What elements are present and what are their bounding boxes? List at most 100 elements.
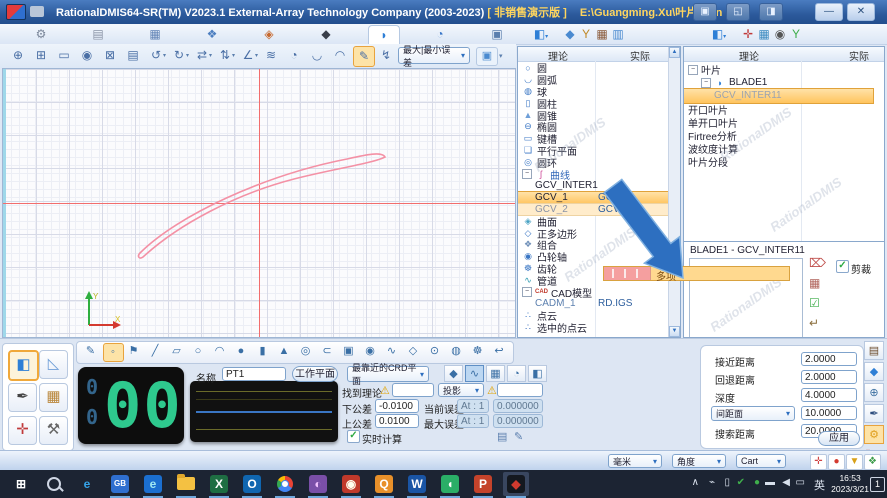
ie-icon[interactable]: e [74, 472, 100, 496]
camera-icon[interactable]: ◨ [759, 3, 783, 21]
line-icon[interactable]: ╱ [146, 343, 165, 360]
spacing-plane-dropdown[interactable]: 间距面▾ [711, 406, 795, 421]
annotate-icon[interactable]: ✎ [353, 46, 375, 67]
probe-strip-icon[interactable]: ✒ [864, 404, 884, 423]
gear2-icon[interactable]: ☸ [468, 343, 487, 360]
torus2-icon[interactable]: ◎ [296, 343, 315, 360]
circle2-icon[interactable]: ○ [189, 343, 208, 360]
powerpoint-icon[interactable]: P [470, 472, 496, 496]
monitor-icon[interactable] [30, 6, 44, 17]
erase-note-icon[interactable]: ✎ [514, 430, 523, 443]
wechat-icon[interactable]: ◖ [437, 472, 463, 496]
probe-button[interactable]: ✒ [8, 383, 37, 412]
doc-search-icon[interactable]: Q [371, 472, 397, 496]
tree-item[interactable]: −◗BLADE1 [684, 76, 873, 89]
cylinder2-icon[interactable]: ▮ [253, 343, 272, 360]
tab-screen[interactable]: ▣ [482, 25, 512, 43]
gb-app-icon[interactable]: GB [107, 472, 133, 496]
antivirus-ok-icon[interactable]: ✔ [737, 477, 745, 488]
eraser-icon[interactable]: ⌦ [809, 256, 826, 270]
tree-expander-icon[interactable]: − [522, 287, 532, 297]
machine-button[interactable]: ⚒ [39, 416, 68, 445]
mode-cube-icon[interactable]: ◧ [528, 365, 547, 382]
zoom-strip-icon[interactable]: ⊕ [864, 383, 884, 402]
blade-axes-icon[interactable]: ✛ [740, 25, 756, 43]
angle-dropdown[interactable]: 角度▾ [672, 454, 726, 468]
path-param-input[interactable] [801, 406, 857, 420]
calibration-button[interactable]: ◺ [39, 350, 68, 379]
network-signal-icon[interactable]: ⌁ [709, 477, 715, 488]
fixture-button[interactable]: ▦ [39, 383, 68, 412]
tab-layers[interactable]: ❖ [197, 25, 227, 43]
tree-expander-icon[interactable]: − [522, 169, 532, 179]
confirm-icon[interactable]: ☑ [809, 296, 820, 310]
pipe2-icon[interactable]: ↩ [490, 343, 509, 360]
projection-input[interactable] [497, 383, 543, 397]
units-dropdown[interactable]: 毫米▾ [608, 454, 662, 468]
tree-item[interactable]: ◎圆环 [518, 156, 669, 168]
column-theory[interactable]: 理论 [548, 48, 568, 63]
mode-solid-icon[interactable]: ◆ [444, 365, 463, 382]
mode-table-icon[interactable]: ▦ [486, 365, 505, 382]
blade-y-icon[interactable]: Y [788, 25, 804, 43]
theory-input[interactable] [392, 383, 434, 397]
close-button[interactable]: ✕ [847, 3, 875, 21]
apply-button[interactable]: 应用 [818, 431, 860, 446]
eye-view-icon[interactable]: ◉ [77, 46, 97, 65]
path-param-input[interactable] [801, 370, 857, 384]
feature-basket-icon[interactable]: ▦ [594, 25, 610, 43]
arc-down-icon[interactable]: ◡ [307, 46, 327, 65]
vector-point-icon[interactable]: ⚑ [124, 343, 143, 360]
coord-system-dropdown[interactable]: Cart▾ [736, 454, 786, 468]
arc-up-icon[interactable]: ◠ [330, 46, 350, 65]
scroll-up-icon[interactable]: ▲ [669, 47, 680, 58]
tree-expander-icon[interactable]: − [688, 65, 698, 75]
wechat-tray-icon[interactable]: ● [754, 477, 760, 488]
tab-view[interactable]: ◔ [425, 25, 455, 43]
coordinate-button[interactable]: ✛ [8, 416, 37, 445]
cam2-icon[interactable]: ◍ [447, 343, 466, 360]
flip-v-icon-chevron[interactable]: ▾ [232, 52, 235, 59]
tree-item[interactable]: 波纹度计算 [684, 142, 873, 155]
tab-measure[interactable]: ◗ [368, 25, 400, 44]
tree-item[interactable]: 单开口叶片 [684, 116, 873, 129]
machine-status-icon[interactable]: ❖ [864, 454, 881, 470]
feature-monitor-icon[interactable]: ▥ [610, 25, 626, 43]
lower-tol-input[interactable] [375, 399, 419, 413]
volume-icon[interactable]: ◀ [782, 477, 790, 488]
exit-icon[interactable]: ↵ [809, 316, 819, 330]
blade-table-icon[interactable]: ▦ [756, 25, 772, 43]
slot2-icon[interactable]: ⊂ [318, 343, 337, 360]
clip-checkbox[interactable]: ✓ [836, 260, 849, 273]
layout-icon[interactable]: ▤ [123, 46, 143, 65]
parallel2-icon[interactable]: ▣ [339, 343, 358, 360]
cone2-icon[interactable]: ▲ [275, 343, 294, 360]
chevron-down-icon[interactable]: ▾ [499, 52, 503, 60]
tree-item[interactable]: GCV_INTER11 [684, 89, 873, 102]
card-icon[interactable]: ▬ [765, 477, 775, 488]
pan-icon[interactable]: ▭ [54, 46, 74, 65]
shade-icon[interactable]: ◔ [284, 46, 304, 65]
shield-app-icon[interactable]: ◉ [338, 472, 364, 496]
joystick-icon[interactable]: ▣ [693, 3, 717, 21]
output-icon[interactable]: ▤ [864, 341, 884, 360]
zoom-region-icon[interactable]: ⊞ [31, 46, 51, 65]
column-actual[interactable]: 实际 [849, 48, 869, 63]
probe-status-icon[interactable]: ▼ [846, 454, 863, 470]
tab-window[interactable]: ▦ [140, 25, 170, 43]
dmis-app-icon[interactable]: ◆ [503, 472, 529, 496]
axes-status-icon[interactable]: ✛ [810, 454, 827, 470]
realtime-checkbox[interactable]: ✓ [347, 430, 360, 443]
tree-item[interactable]: Firtree分析 [684, 129, 873, 142]
blade-cube-icon[interactable]: ◧▾ [706, 25, 732, 43]
tray-chevron-icon[interactable]: ∧ [692, 477, 699, 488]
tab-machine[interactable]: ⚙ [26, 25, 56, 43]
mode-graph-icon[interactable]: ∿ [465, 365, 484, 382]
flip-h-icon-chevron[interactable]: ▾ [209, 52, 212, 59]
tree-item[interactable]: 叶片分段 [684, 155, 873, 168]
path-param-input[interactable] [801, 388, 857, 402]
tab-document[interactable]: ▤ [83, 25, 113, 43]
tree-item[interactable]: −CADCAD模型 [518, 286, 669, 298]
fit-view-icon[interactable]: ⊕ [8, 46, 28, 65]
auto-feature-icon[interactable]: ✎ [81, 343, 100, 360]
